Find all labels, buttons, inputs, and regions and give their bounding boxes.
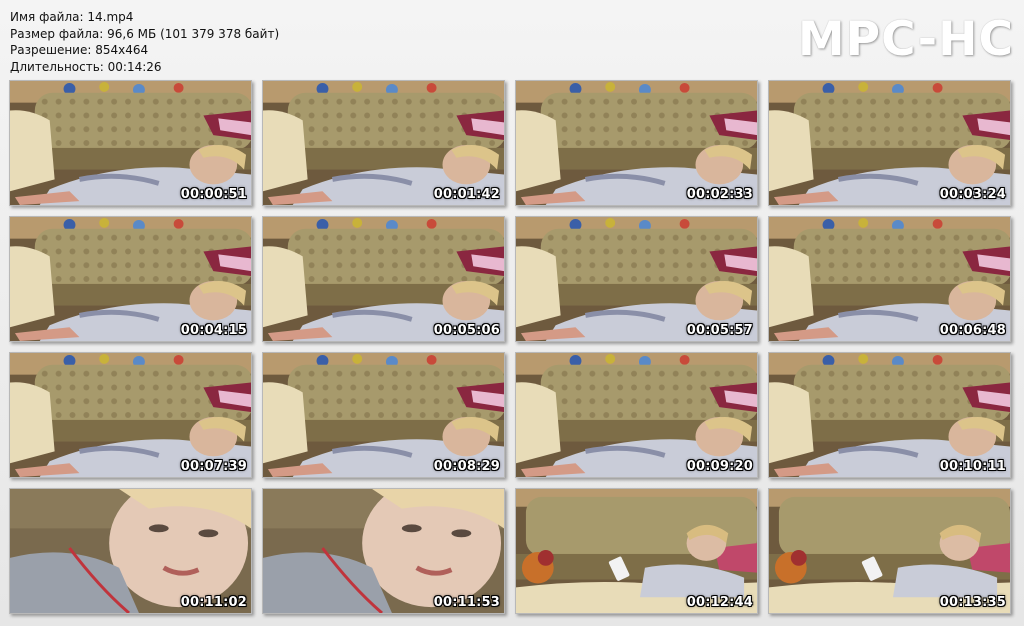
- timestamp-label: 00:03:24: [939, 187, 1006, 202]
- timestamp-label: 00:11:53: [433, 595, 500, 610]
- video-thumbnail: 00:00:51: [9, 80, 252, 206]
- video-thumbnail: 00:04:15: [9, 216, 252, 342]
- timestamp-label: 00:02:33: [686, 187, 753, 202]
- video-thumbnail: 00:06:48: [768, 216, 1011, 342]
- video-thumbnail: 00:13:35: [768, 488, 1011, 614]
- video-thumbnail: 00:10:11: [768, 352, 1011, 478]
- video-thumbnail: 00:11:53: [262, 488, 505, 614]
- timestamp-label: 00:04:15: [180, 323, 247, 338]
- timestamp-label: 00:00:51: [180, 187, 247, 202]
- timestamp-label: 00:05:06: [433, 323, 500, 338]
- video-thumbnail: 00:02:33: [515, 80, 758, 206]
- timestamp-label: 00:13:35: [939, 595, 1006, 610]
- video-thumbnail: 00:05:06: [262, 216, 505, 342]
- timestamp-label: 00:01:42: [433, 187, 500, 202]
- timestamp-label: 00:09:20: [686, 459, 753, 474]
- timestamp-label: 00:08:29: [433, 459, 500, 474]
- timestamp-label: 00:11:02: [180, 595, 247, 610]
- timestamp-label: 00:10:11: [939, 459, 1006, 474]
- video-thumbnail: 00:11:02: [9, 488, 252, 614]
- video-thumbnail: 00:12:44: [515, 488, 758, 614]
- video-thumbnail: 00:01:42: [262, 80, 505, 206]
- thumbnail-grid: 00:00:51 00:01:42 00:02:33 00:03:24 00:0…: [0, 0, 1024, 626]
- video-thumbnail: 00:03:24: [768, 80, 1011, 206]
- video-thumbnail: 00:05:57: [515, 216, 758, 342]
- timestamp-label: 00:05:57: [686, 323, 753, 338]
- timestamp-label: 00:06:48: [939, 323, 1006, 338]
- video-thumbnail: 00:07:39: [9, 352, 252, 478]
- timestamp-label: 00:12:44: [686, 595, 753, 610]
- timestamp-label: 00:07:39: [180, 459, 247, 474]
- video-thumbnail: 00:09:20: [515, 352, 758, 478]
- video-thumbnail: 00:08:29: [262, 352, 505, 478]
